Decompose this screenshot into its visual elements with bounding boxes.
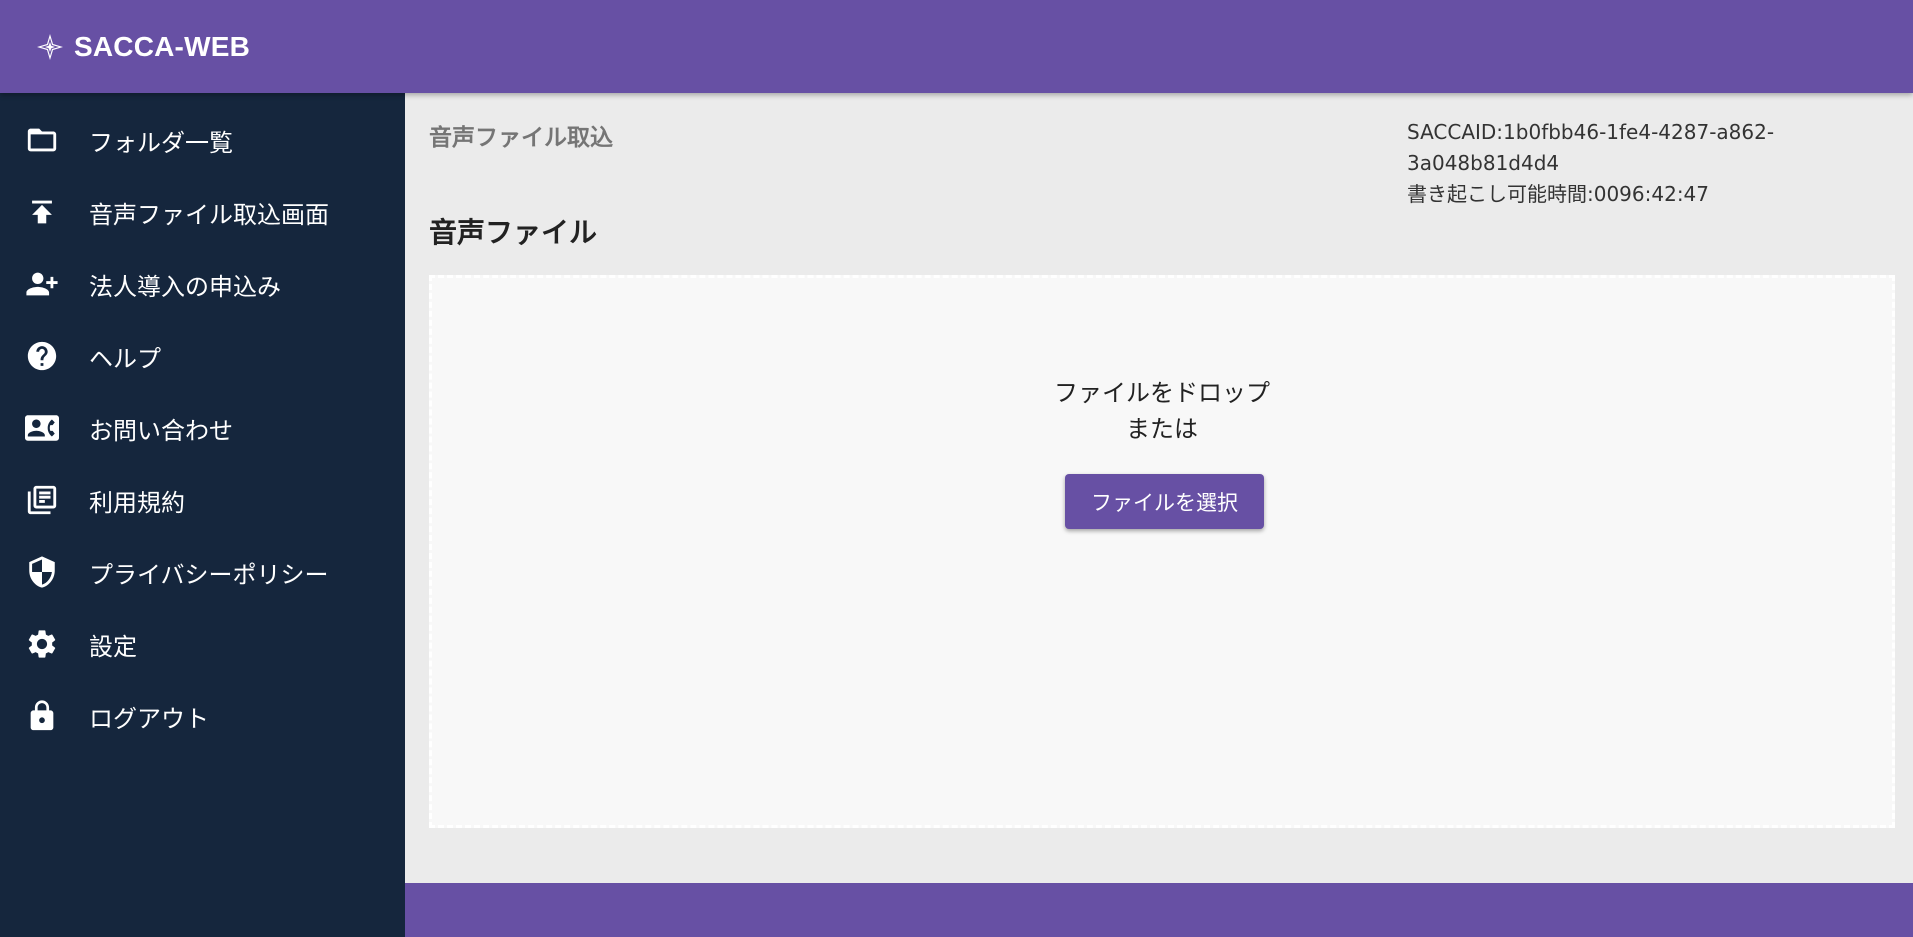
account-info: SACCAID:1b0fbb46-1fe4-4287-a862- 3a048b8… [1407,117,1807,210]
app-header: SACCA-WEB [0,0,1913,93]
shield-icon [24,554,60,590]
app-title: SACCA-WEB [74,30,251,62]
sidebar-item-label: ログアウト [89,704,209,733]
footer-bar [405,883,1913,937]
sidebar-item-settings[interactable]: 設定 [0,608,405,680]
sidebar-item-label: ヘルプ [89,344,161,373]
help-icon [24,338,60,374]
sidebar-item-label: 利用規約 [89,488,185,517]
sidebar-item-logout[interactable]: ログアウト [0,680,405,752]
sidebar-item-label: フォルダ一覧 [89,128,233,157]
section-title: 音声ファイル [429,216,598,249]
sidebar-item-label: プライバシーポリシー [89,560,329,589]
page-title: 音声ファイル取込 [429,125,613,151]
sidebar-item-label: 法人導入の申込み [89,272,281,301]
folder-icon [24,122,60,158]
file-dropzone[interactable]: ファイルをドロップ または ファイルを選択 [429,275,1895,828]
sidebar-item-terms[interactable]: 利用規約 [0,464,405,536]
drop-instruction: ファイルをドロップ [1054,379,1270,407]
contact-icon [24,410,60,446]
sidebar-item-label: 音声ファイル取込画面 [89,200,329,229]
sidebar-item-label: お問い合わせ [89,416,233,445]
remaining-time: 書き起こし可能時間:0096:42:47 [1407,182,1710,206]
sidebar-item-corporate-application[interactable]: 法人導入の申込み [0,248,405,320]
terms-icon [24,482,60,518]
upload-icon [24,194,60,230]
main-content: 音声ファイル取込 SACCAID:1b0fbb46-1fe4-4287-a862… [405,93,1913,883]
person-add-icon [24,266,60,302]
sacca-id-line1: SACCAID:1b0fbb46-1fe4-4287-a862- [1407,120,1775,144]
sidebar-item-contact[interactable]: お問い合わせ [0,392,405,464]
select-file-button[interactable]: ファイルを選択 [1065,474,1264,529]
sidebar-item-folders[interactable]: フォルダ一覧 [0,104,405,176]
sidebar-nav: フォルダ一覧 音声ファイル取込画面 法人導入の申込み ヘルプ お問い合わせ 利用… [0,93,405,937]
logo-icon [37,33,63,60]
sidebar-item-help[interactable]: ヘルプ [0,320,405,392]
sacca-id-line2: 3a048b81d4d4 [1407,151,1560,175]
drop-or-text: または [1126,415,1198,443]
app-logo[interactable]: SACCA-WEB [36,31,250,63]
lock-icon [24,698,60,734]
sidebar-item-import[interactable]: 音声ファイル取込画面 [0,176,405,248]
gear-icon [24,626,60,662]
sidebar-item-privacy-policy[interactable]: プライバシーポリシー [0,536,405,608]
sidebar-item-label: 設定 [89,632,137,661]
